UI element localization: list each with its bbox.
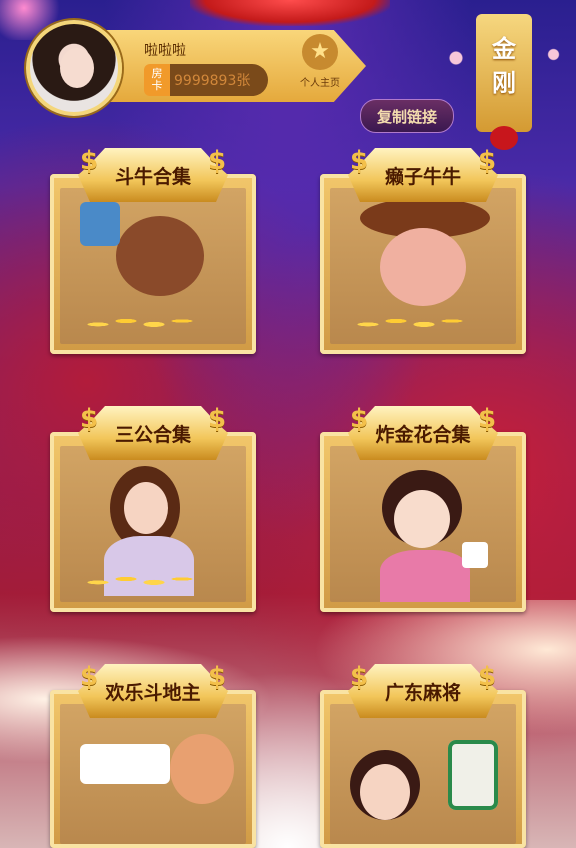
room-card-balance: 房 卡 9999893张 bbox=[144, 64, 268, 96]
playing-cards-icon bbox=[80, 744, 170, 784]
star-icon: ★ bbox=[302, 34, 338, 70]
dollar-icon: $ bbox=[477, 662, 497, 692]
game-title: 斗牛合集 bbox=[114, 165, 191, 188]
tier-badge-line2: 刚 bbox=[492, 69, 516, 97]
dollar-icon: $ bbox=[477, 404, 497, 434]
player-header: 啦啦啦 房 卡 9999893张 ★ 个人主页 bbox=[20, 16, 370, 116]
avatar-face-icon bbox=[60, 48, 94, 88]
tier-badge: 金 刚 bbox=[476, 14, 532, 132]
copy-link-button[interactable]: 复制链接 bbox=[360, 99, 454, 133]
landlord-cards-icon bbox=[60, 704, 246, 844]
face-icon bbox=[394, 490, 450, 548]
game-card-laizi-niuniu[interactable]: 癞子牛牛 $ $ bbox=[320, 146, 526, 354]
bull-mascot-icon bbox=[60, 188, 246, 344]
game-title: 三公合集 bbox=[114, 423, 191, 446]
face-icon bbox=[124, 482, 168, 534]
avatar[interactable] bbox=[26, 20, 122, 116]
game-title: 炸金花合集 bbox=[375, 423, 471, 446]
room-card-tag: 房 卡 bbox=[144, 64, 170, 96]
profile-label: 个人主页 bbox=[300, 78, 340, 89]
player-name: 啦啦啦 bbox=[144, 43, 186, 59]
game-title: 欢乐斗地主 bbox=[105, 681, 201, 704]
coins-icon bbox=[340, 304, 480, 338]
game-card-sangong[interactable]: 三公合集 $ $ bbox=[50, 404, 256, 612]
coins-icon bbox=[70, 562, 210, 596]
dollar-icon: $ bbox=[79, 662, 99, 692]
game-title: 广东麻将 bbox=[384, 681, 461, 704]
club-card-icon bbox=[80, 202, 120, 246]
dollar-icon: $ bbox=[79, 146, 99, 176]
dollar-icon: $ bbox=[207, 404, 227, 434]
dollar-icon: $ bbox=[207, 662, 227, 692]
game-card-doudizhu[interactable]: 欢乐斗地主 $ $ bbox=[50, 662, 256, 848]
game-title: 癞子牛牛 bbox=[384, 165, 461, 188]
dollar-icon: $ bbox=[349, 404, 369, 434]
tier-badge-line1: 金 bbox=[492, 35, 516, 63]
dollar-icon: $ bbox=[79, 404, 99, 434]
game-card-zhajinhua[interactable]: 炸金花合集 $ $ bbox=[320, 404, 526, 612]
game-card-guangdong-mahjong[interactable]: 广东麻将 $ $ bbox=[320, 662, 526, 848]
dollar-icon: $ bbox=[477, 146, 497, 176]
cat-face-icon bbox=[380, 228, 466, 306]
dice-icon bbox=[462, 542, 488, 568]
room-card-tag-line2: 卡 bbox=[151, 79, 163, 92]
girl-with-dice-icon bbox=[330, 446, 516, 602]
dollar-icon: $ bbox=[349, 146, 369, 176]
mahjong-tile-icon bbox=[330, 704, 516, 844]
dollar-icon: $ bbox=[349, 662, 369, 692]
lady-with-cards-icon bbox=[60, 446, 246, 602]
coins-icon bbox=[70, 304, 210, 338]
game-card-douniu[interactable]: 斗牛合集 $ $ bbox=[50, 146, 256, 354]
face-icon bbox=[360, 764, 410, 820]
bull-head-icon bbox=[116, 216, 204, 296]
dollar-icon: $ bbox=[207, 146, 227, 176]
mahjong-tile-piece-icon bbox=[448, 740, 498, 810]
landlord-face-icon bbox=[170, 734, 234, 804]
profile-button[interactable]: ★ 个人主页 bbox=[290, 34, 350, 98]
room-card-count: 9999893张 bbox=[174, 73, 251, 89]
cowboy-cat-icon bbox=[330, 188, 516, 344]
dress-icon bbox=[380, 550, 470, 602]
